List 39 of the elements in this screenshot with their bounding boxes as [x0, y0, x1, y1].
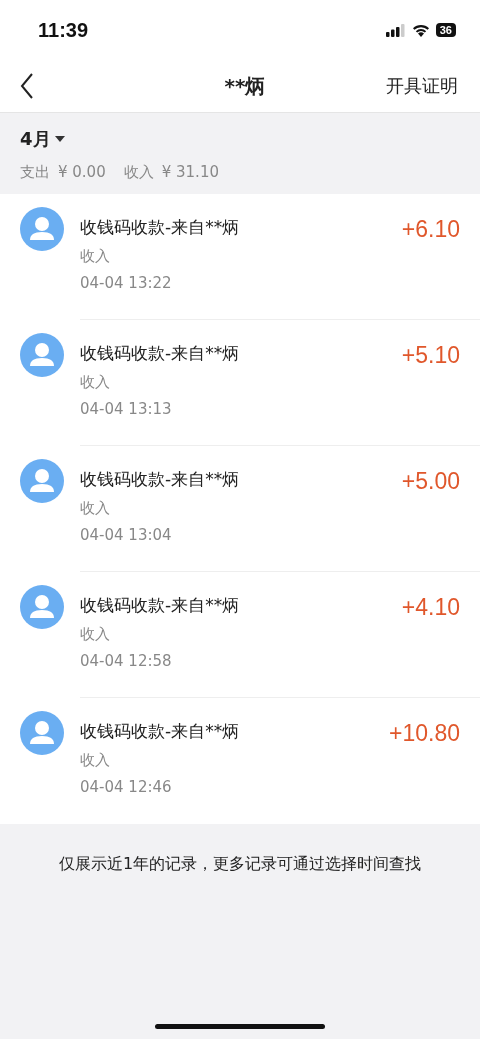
transaction-amount: +4.10 — [401, 593, 460, 622]
avatar-icon — [20, 459, 64, 503]
page-title: **炳 — [224, 72, 266, 100]
transaction-title: 收钱码收款-来自**炳 — [80, 720, 240, 743]
transaction-type: 收入 — [80, 625, 111, 644]
wifi-icon — [411, 23, 430, 37]
income-amount: ¥ 31.10 — [161, 163, 219, 182]
caret-icon — [54, 136, 65, 142]
transaction-amount: +6.10 — [401, 215, 460, 244]
expense-label: 支出 — [20, 163, 50, 182]
transaction-type: 收入 — [80, 247, 111, 266]
footer-note: 仅展示近1年的记录，更多记录可通过选择时间查找 — [58, 854, 422, 875]
signal-icon — [385, 23, 406, 37]
transaction-time: 04-04 12:46 — [80, 778, 173, 796]
transaction-title: 收钱码收款-来自**炳 — [80, 594, 240, 617]
transaction-type: 收入 — [80, 751, 111, 770]
income-label: 收入 — [123, 163, 154, 182]
transaction-time: 04-04 13:13 — [80, 400, 173, 418]
transaction-amount: +10.80 — [389, 719, 460, 748]
avatar-icon — [20, 585, 64, 629]
avatar-icon — [20, 333, 64, 377]
expense-amount: ¥ 0.00 — [58, 163, 106, 182]
transaction-title: 收钱码收款-来自**炳 — [80, 342, 240, 365]
transaction-time: 04-04 13:04 — [80, 526, 173, 544]
transaction-time: 04-04 13:22 — [80, 274, 173, 292]
avatar-icon — [20, 711, 64, 755]
transaction-type: 收入 — [80, 499, 111, 518]
transaction-type: 收入 — [80, 373, 111, 392]
avatar-icon — [20, 207, 64, 251]
back-icon[interactable] — [20, 73, 34, 99]
certificate-link[interactable]: 开具证明 — [386, 74, 458, 98]
transaction-title: 收钱码收款-来自**炳 — [80, 468, 240, 491]
transaction-time: 04-04 12:58 — [80, 652, 173, 670]
transaction-title: 收钱码收款-来自**炳 — [80, 216, 240, 239]
transaction-amount: +5.00 — [401, 467, 460, 496]
transaction-amount: +5.10 — [401, 341, 460, 370]
battery-level: 36 — [435, 23, 456, 37]
month-dropdown[interactable]: 4月 — [20, 127, 65, 151]
status-time: 11:39 — [38, 18, 89, 42]
